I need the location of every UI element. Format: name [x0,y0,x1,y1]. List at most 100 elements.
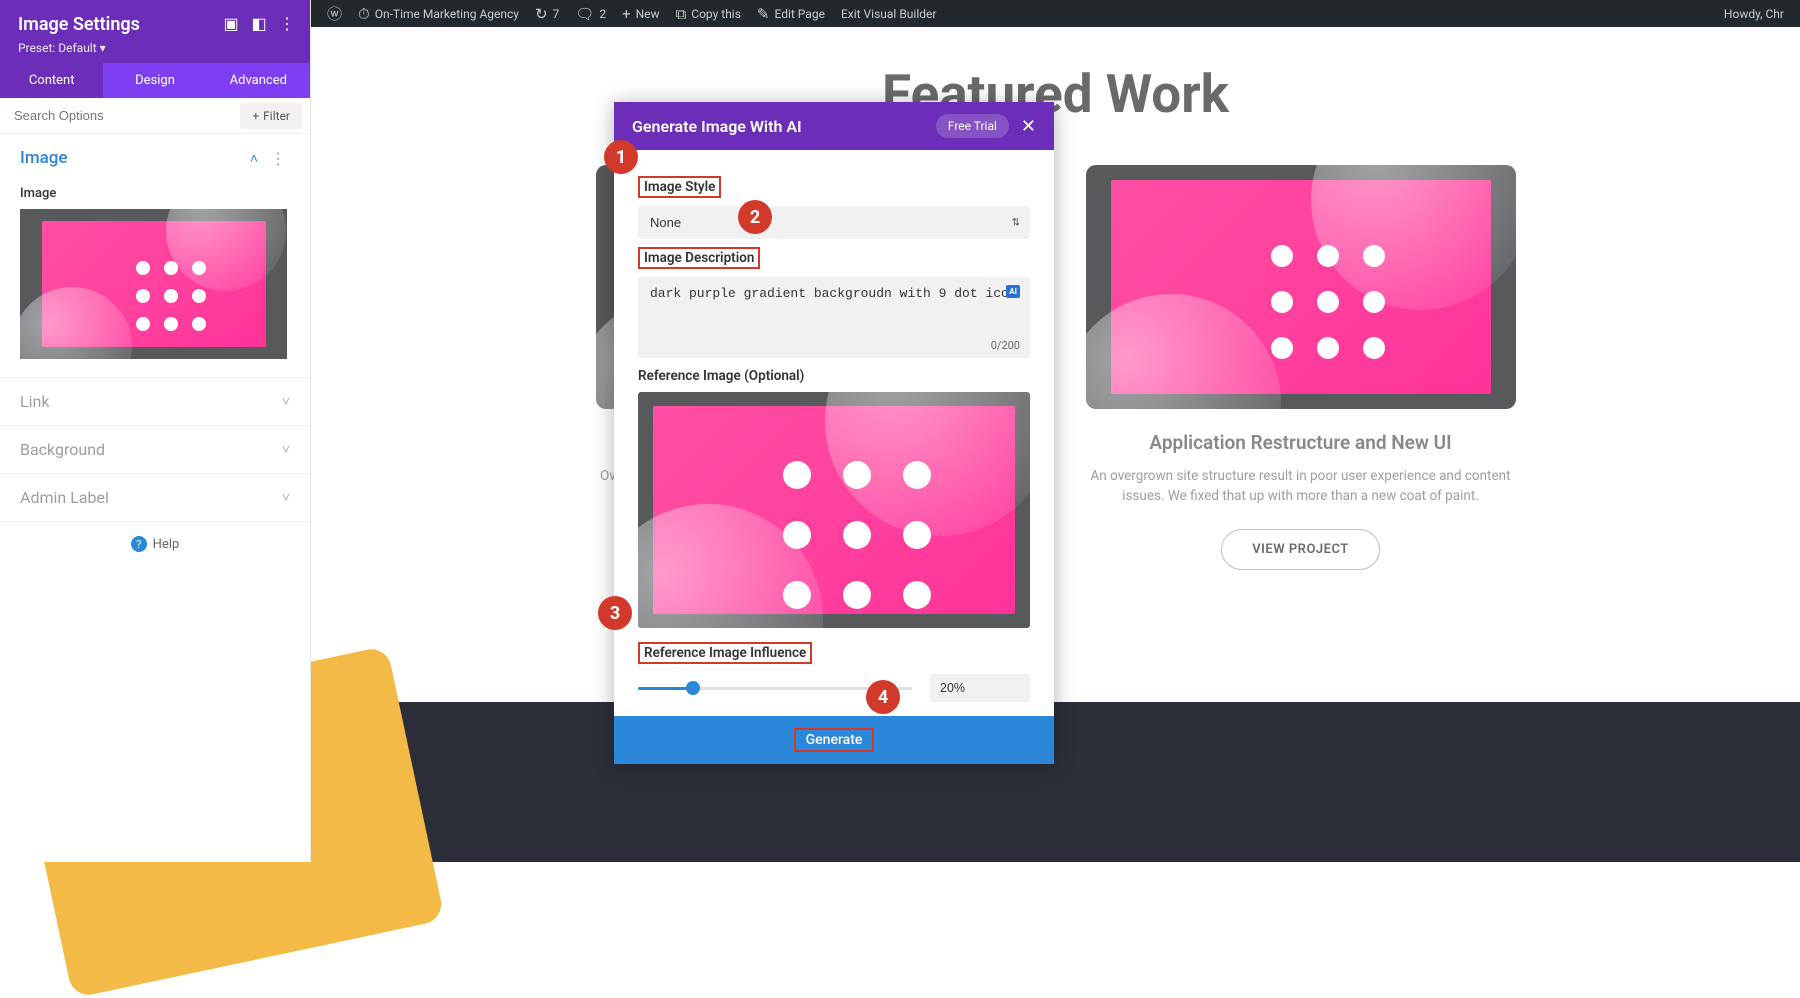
section-link-head[interactable]: Link ˅ [0,378,310,425]
image-style-select-wrap: None ⇅ [638,206,1030,239]
slider-thumb[interactable] [686,681,700,695]
modal-body: Image Style None ⇅ Image Description dar… [614,150,1054,702]
help-icon: ? [131,536,147,552]
plus-icon: + [252,109,259,123]
card-2-image[interactable] [1086,165,1516,409]
image-field-label: Image [20,186,290,201]
dashboard-icon: ⏱ [358,5,370,23]
wordpress-icon: ⓦ [327,3,342,24]
site-name: On-Time Marketing Agency [375,7,519,21]
slider-fill [638,687,693,690]
section-admin-head[interactable]: Admin Label ˅ [0,474,310,521]
section-link-title: Link [20,392,49,411]
edit-label: Edit Page [775,7,825,21]
copy-label: Copy this [691,7,741,21]
sidebar-header: Image Settings Preset: Default ▾ ▣ ◧ ⋮ [0,0,310,63]
help-row[interactable]: ? Help [0,522,310,566]
sidebar-tabs: Content Design Advanced [0,63,310,98]
updates-count: 7 [553,7,560,21]
filter-label: Filter [263,109,290,123]
search-row: + Filter [0,98,310,134]
reference-image[interactable] [638,392,1030,628]
focus-icon[interactable]: ▣ [222,14,240,32]
generate-image-modal: Generate Image With AI Free Trial ✕ Imag… [614,102,1054,764]
annotation-box-3: Reference Image Influence [638,642,812,664]
wp-admin-bar: ⓦ ⏱On-Time Marketing Agency ↻7 🗨2 +New ⧉… [311,0,1800,27]
filter-button[interactable]: + Filter [240,103,302,129]
generate-button[interactable]: Generate [794,728,875,752]
edit-page-item[interactable]: ✎ Edit Page [749,0,833,27]
copy-item[interactable]: ⧉ Copy this [668,0,749,27]
image-description-label: Image Description [638,247,1030,269]
ai-badge[interactable]: AI [1006,285,1020,298]
influence-label: Reference Image Influence [638,642,1030,664]
updates-item[interactable]: ↻7 [527,0,567,27]
more-icon[interactable]: ⋮ [278,14,296,32]
exit-builder-item[interactable]: Exit Visual Builder [833,0,945,27]
pencil-icon: ✎ [757,5,770,23]
annotation-1: 1 [604,140,638,174]
help-label: Help [153,537,180,552]
annotation-4: 4 [866,680,900,714]
card-2-button[interactable]: VIEW PROJECT [1221,529,1380,570]
chevron-down-icon: ˅ [282,441,290,458]
howdy-item[interactable]: Howdy, Chr [1716,0,1792,27]
annotation-2: 2 [738,200,772,234]
section-image-title: Image [20,148,68,168]
annotation-box-2: Image Description [638,247,760,269]
influence-row [638,674,1030,702]
layout-icon[interactable]: ◧ [250,14,268,32]
tab-advanced[interactable]: Advanced [207,63,310,98]
section-more-icon[interactable]: ⋮ [266,149,290,168]
section-background-title: Background [20,440,105,459]
section-admin-label: Admin Label ˅ [0,474,310,522]
card-2: Application Restructure and New UI An ov… [1086,165,1516,570]
modal-footer: Generate [614,716,1054,764]
close-icon[interactable]: ✕ [1021,116,1036,137]
copy-icon: ⧉ [676,5,687,23]
description-textarea[interactable]: dark purple gradient backgroudn with 9 d… [650,286,1018,332]
description-textarea-wrap: dark purple gradient backgroudn with 9 d… [638,277,1030,358]
section-link: Link ˅ [0,378,310,426]
reference-image-label: Reference Image (Optional) [638,368,1030,384]
site-name-item[interactable]: ⏱ On-Time Marketing Agency [350,0,527,27]
section-image-head[interactable]: Image ˄ ⋮ [0,134,310,182]
new-label: New [636,7,660,21]
free-trial-badge[interactable]: Free Trial [936,114,1009,138]
card-2-title: Application Restructure and New UI [1086,431,1516,454]
wp-logo[interactable]: ⓦ [319,0,350,27]
image-style-select[interactable]: None [638,206,1030,239]
plus-icon: + [622,5,631,23]
influence-percent-field[interactable] [930,674,1030,702]
annotation-3: 3 [598,596,632,630]
chevron-up-icon: ˄ [250,150,258,167]
card-2-desc: An overgrown site structure result in po… [1086,466,1516,507]
page-inner: Featured Work Web App User Flow Redesign… [311,27,1800,598]
search-input[interactable] [0,98,240,133]
comments-count: 2 [599,7,606,21]
chevron-down-icon: ˅ [282,489,290,506]
section-image-body: Image [0,186,310,377]
howdy-label: Howdy, Chr [1724,7,1784,21]
comment-icon: 🗨 [575,5,594,23]
section-background-head[interactable]: Background ˅ [0,426,310,473]
exit-label: Exit Visual Builder [841,7,937,21]
new-item[interactable]: + New [614,0,667,27]
modal-header: Generate Image With AI Free Trial ✕ [614,102,1054,150]
section-background: Background ˅ [0,426,310,474]
annotation-box-1: Image Style [638,176,721,198]
tab-design[interactable]: Design [103,63,206,98]
chevron-down-icon: ˅ [282,393,290,410]
modal-title: Generate Image With AI [632,117,802,136]
settings-sidebar: Image Settings Preset: Default ▾ ▣ ◧ ⋮ C… [0,0,311,862]
footer-band [311,702,1800,862]
update-icon: ↻ [535,5,548,23]
tab-content[interactable]: Content [0,63,103,98]
section-admin-title: Admin Label [20,488,109,507]
comments-item[interactable]: 🗨2 [567,0,614,27]
char-count: 0/200 [991,339,1020,352]
preset-selector[interactable]: Preset: Default ▾ [18,41,292,55]
image-preview[interactable] [20,209,287,359]
section-image: Image ˄ ⋮ Image [0,134,310,378]
cards-row: Web App User Flow Redesign Overcrowded s… [351,165,1760,570]
